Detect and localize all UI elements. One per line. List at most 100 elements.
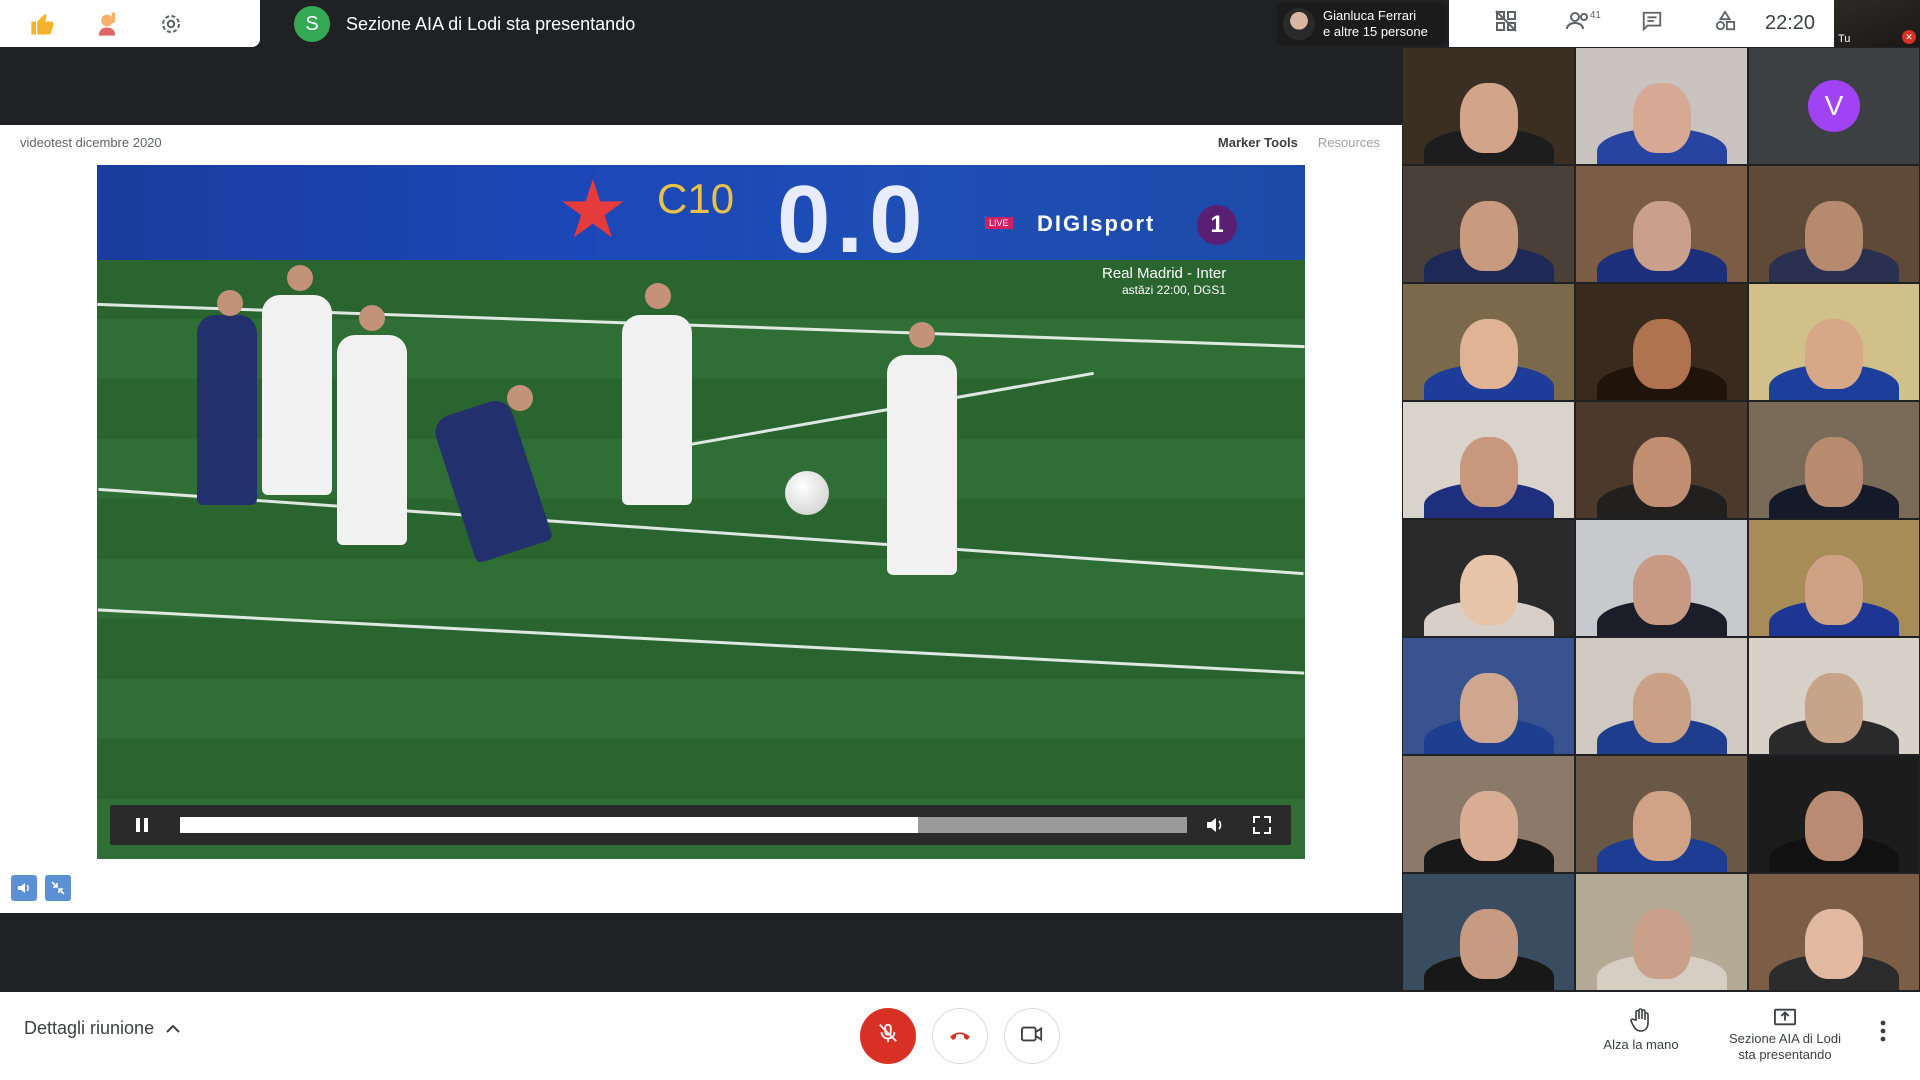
leave-call-button[interactable] (932, 1008, 988, 1064)
participant-face (1805, 436, 1863, 507)
participant-tile[interactable] (1402, 283, 1575, 401)
participant-tile[interactable] (1748, 283, 1920, 401)
stadium-banner: ★ C10 0.0 LIVE DIGIsport 1 (97, 165, 1305, 273)
speaker-summary-text: Gianluca Ferrari e altre 15 persone (1323, 8, 1428, 40)
mic-toggle-button[interactable] (860, 1008, 916, 1064)
participant-avatar: V (1808, 80, 1860, 132)
participant-face (1805, 318, 1863, 389)
participant-tile[interactable] (1748, 519, 1920, 637)
slide-links: Marker Tools Resources (1218, 135, 1380, 150)
slide-title: videotest dicembre 2020 (20, 135, 162, 150)
banner-code: C10 (657, 175, 735, 222)
ball (785, 471, 829, 515)
participant-tile[interactable] (1748, 401, 1920, 519)
seek-bar[interactable] (180, 817, 1187, 833)
participant-face (1632, 790, 1691, 861)
player-head (507, 385, 533, 411)
participant-tile[interactable] (1402, 873, 1575, 991)
more-options-icon[interactable] (1880, 1020, 1886, 1048)
banner-match-time: astăzi 22:00, DGS1 (1122, 283, 1227, 297)
player (887, 355, 957, 575)
speaker-summary[interactable]: Gianluca Ferrari e altre 15 persone (1277, 3, 1447, 45)
player-head (645, 283, 671, 309)
volume-button[interactable] (1203, 813, 1227, 837)
banner-live: LIVE (985, 217, 1013, 229)
people-icon (1565, 9, 1592, 38)
resources-link[interactable]: Resources (1318, 135, 1380, 150)
participant-tile[interactable] (1575, 165, 1748, 283)
presenting-title: Sezione AIA di Lodi sta presentando (346, 13, 636, 34)
collapse-icon[interactable] (45, 875, 71, 901)
participant-tile[interactable]: V (1748, 47, 1920, 165)
layout-button[interactable] (1469, 0, 1542, 47)
participant-tile[interactable] (1402, 165, 1575, 283)
participant-tile[interactable] (1575, 755, 1748, 873)
participant-face (1805, 200, 1863, 271)
participant-tile[interactable] (1748, 873, 1920, 991)
participant-tile[interactable] (1575, 519, 1748, 637)
pitch-line (98, 487, 1304, 576)
speaker-icon[interactable] (11, 875, 37, 901)
participant-tile[interactable] (1748, 755, 1920, 873)
player-head (287, 265, 313, 291)
participant-grid: V (1402, 47, 1920, 992)
participant-tile[interactable] (1575, 401, 1748, 519)
raise-hand-emoji-icon[interactable] (90, 7, 124, 41)
meet-window: S Sezione AIA di Lodi sta presentando Gi… (0, 0, 1920, 1080)
speaker-avatar (1283, 8, 1315, 40)
participant-face (1459, 790, 1518, 861)
participant-tile[interactable] (1575, 637, 1748, 755)
participant-tile[interactable] (1402, 47, 1575, 165)
settings-icon[interactable] (154, 7, 188, 41)
participant-face (1632, 908, 1691, 979)
participant-tile[interactable] (1748, 637, 1920, 755)
chat-icon (1641, 10, 1663, 37)
participant-tile[interactable] (1402, 637, 1575, 755)
activities-button[interactable] (1688, 0, 1761, 47)
participants-count: 41 (1589, 10, 1601, 21)
participant-tile[interactable] (1748, 165, 1920, 283)
raise-hand-button[interactable]: Alza la mano (1596, 1008, 1686, 1053)
participant-face (1805, 790, 1863, 861)
hand-icon (1596, 1008, 1686, 1033)
participant-face (1459, 554, 1518, 625)
marker-tools-link[interactable]: Marker Tools (1218, 135, 1298, 150)
speaker-name: Gianluca Ferrari (1323, 8, 1417, 23)
presentation-status-button[interactable]: Sezione AIA di Lodi sta presentando (1720, 1008, 1850, 1063)
participant-face (1459, 908, 1518, 979)
camera-toggle-button[interactable] (1004, 1008, 1060, 1064)
participant-face (1459, 82, 1518, 153)
player (337, 335, 407, 545)
participants-button[interactable]: 41 (1542, 0, 1615, 47)
slide-mini-tools (11, 875, 71, 901)
chat-button[interactable] (1615, 0, 1688, 47)
participant-tile[interactable] (1402, 755, 1575, 873)
participant-tile[interactable] (1575, 47, 1748, 165)
presentation-stage: videotest dicembre 2020 Marker Tools Res… (0, 125, 1402, 913)
participant-tile[interactable] (1575, 873, 1748, 991)
mic-muted-icon: ✕ (1902, 30, 1916, 44)
thumbs-up-icon[interactable] (26, 7, 60, 41)
player (622, 315, 692, 505)
fullscreen-button[interactable] (1250, 813, 1274, 837)
seek-bar-played (180, 817, 919, 833)
video-player[interactable]: ★ C10 0.0 LIVE DIGIsport 1 Real Madrid -… (97, 165, 1305, 859)
participant-tile[interactable] (1402, 401, 1575, 519)
present-line1: Sezione AIA di Lodi (1728, 1031, 1842, 1046)
participant-face (1632, 436, 1691, 507)
banner-brand: DIGIsport (1037, 211, 1156, 236)
participant-face (1459, 318, 1518, 389)
clock: 22:20 (1765, 12, 1816, 34)
meeting-details-button[interactable]: Dettagli riunione (24, 1018, 180, 1039)
participant-face (1459, 436, 1518, 507)
participant-tile[interactable] (1402, 519, 1575, 637)
participant-face (1632, 554, 1691, 625)
player-head (359, 305, 385, 331)
self-video-tile[interactable]: Tu ✕ (1834, 0, 1920, 47)
presenter-avatar: S (294, 6, 330, 42)
pause-button[interactable] (130, 813, 154, 837)
pitch-line (97, 608, 1305, 675)
participant-tile[interactable] (1575, 283, 1748, 401)
self-label: Tu (1838, 33, 1851, 45)
participant-face (1805, 554, 1863, 625)
